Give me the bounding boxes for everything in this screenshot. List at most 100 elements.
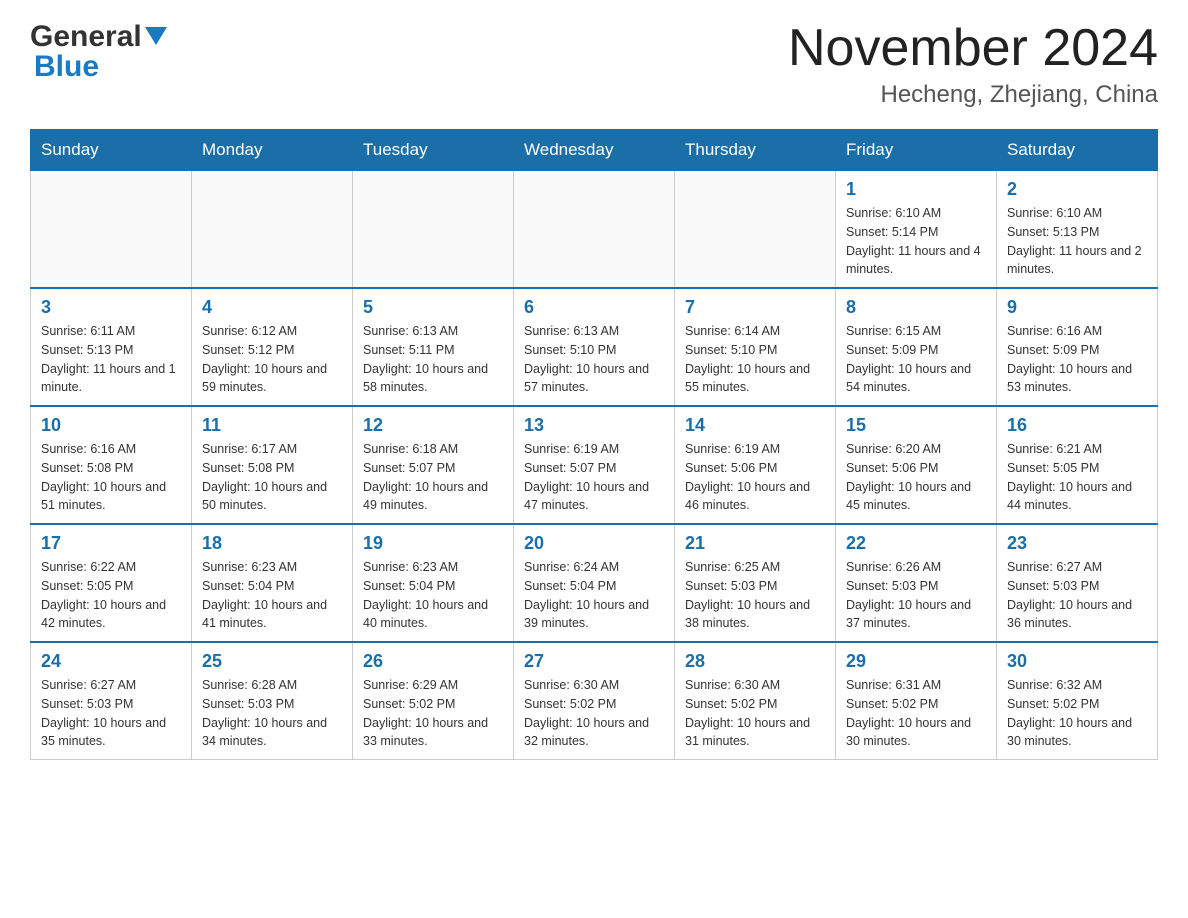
sun-info: Sunrise: 6:10 AMSunset: 5:13 PMDaylight:… bbox=[1007, 204, 1147, 279]
calendar-day-cell: 20 Sunrise: 6:24 AMSunset: 5:04 PMDayligh… bbox=[514, 524, 675, 642]
day-number: 3 bbox=[41, 297, 181, 318]
calendar-day-cell: 22 Sunrise: 6:26 AMSunset: 5:03 PMDayligh… bbox=[836, 524, 997, 642]
calendar-day-cell: 24 Sunrise: 6:27 AMSunset: 5:03 PMDayligh… bbox=[31, 642, 192, 760]
calendar-day-cell: 15 Sunrise: 6:20 AMSunset: 5:06 PMDayligh… bbox=[836, 406, 997, 524]
location-text: Hecheng, Zhejiang, China bbox=[788, 81, 1158, 109]
sun-info: Sunrise: 6:27 AMSunset: 5:03 PMDaylight:… bbox=[1007, 558, 1147, 633]
sun-info: Sunrise: 6:13 AMSunset: 5:11 PMDaylight:… bbox=[363, 322, 503, 397]
calendar-day-cell: 11Sunrise: 6:17 AMSunset: 5:08 PMDayligh… bbox=[192, 406, 353, 524]
day-number: 23 bbox=[1007, 533, 1147, 554]
calendar-day-cell bbox=[353, 171, 514, 289]
header-monday: Monday bbox=[192, 130, 353, 171]
day-number: 9 bbox=[1007, 297, 1147, 318]
calendar-day-cell: 13Sunrise: 6:19 AMSunset: 5:07 PMDayligh… bbox=[514, 406, 675, 524]
sun-info: Sunrise: 6:27 AMSunset: 5:03 PMDaylight:… bbox=[41, 676, 181, 751]
calendar-day-cell: 17 Sunrise: 6:22 AMSunset: 5:05 PMDayligh… bbox=[31, 524, 192, 642]
day-number: 19 bbox=[363, 533, 503, 554]
logo-blue-text: Blue bbox=[34, 50, 99, 84]
day-number: 15 bbox=[846, 415, 986, 436]
calendar-day-cell: 25 Sunrise: 6:28 AMSunset: 5:03 PMDayligh… bbox=[192, 642, 353, 760]
sun-info: Sunrise: 6:25 AMSunset: 5:03 PMDaylight:… bbox=[685, 558, 825, 633]
sun-info: Sunrise: 6:30 AMSunset: 5:02 PMDaylight:… bbox=[685, 676, 825, 751]
day-number: 14 bbox=[685, 415, 825, 436]
day-number: 26 bbox=[363, 651, 503, 672]
calendar-day-cell: 10 Sunrise: 6:16 AMSunset: 5:08 PMDayligh… bbox=[31, 406, 192, 524]
day-number: 5 bbox=[363, 297, 503, 318]
sun-info: Sunrise: 6:24 AMSunset: 5:04 PMDaylight:… bbox=[524, 558, 664, 633]
day-number: 27 bbox=[524, 651, 664, 672]
logo-arrow-icon bbox=[145, 27, 167, 50]
calendar-day-cell: 18 Sunrise: 6:23 AMSunset: 5:04 PMDayligh… bbox=[192, 524, 353, 642]
sun-info: Sunrise: 6:19 AMSunset: 5:06 PMDaylight:… bbox=[685, 440, 825, 515]
day-number: 18 bbox=[202, 533, 342, 554]
day-number: 8 bbox=[846, 297, 986, 318]
sun-info: Sunrise: 6:30 AMSunset: 5:02 PMDaylight:… bbox=[524, 676, 664, 751]
calendar-day-cell bbox=[31, 171, 192, 289]
day-number: 30 bbox=[1007, 651, 1147, 672]
calendar-day-cell: 12Sunrise: 6:18 AMSunset: 5:07 PMDayligh… bbox=[353, 406, 514, 524]
calendar-day-cell: 4 Sunrise: 6:12 AMSunset: 5:12 PMDaylight… bbox=[192, 288, 353, 406]
calendar-day-cell: 9 Sunrise: 6:16 AMSunset: 5:09 PMDaylight… bbox=[997, 288, 1158, 406]
day-number: 1 bbox=[846, 179, 986, 200]
header-thursday: Thursday bbox=[675, 130, 836, 171]
calendar-day-cell: 30 Sunrise: 6:32 AMSunset: 5:02 PMDayligh… bbox=[997, 642, 1158, 760]
calendar-day-cell: 14 Sunrise: 6:19 AMSunset: 5:06 PMDayligh… bbox=[675, 406, 836, 524]
day-number: 17 bbox=[41, 533, 181, 554]
header-saturday: Saturday bbox=[997, 130, 1158, 171]
calendar-table: Sunday Monday Tuesday Wednesday Thursday… bbox=[30, 129, 1158, 760]
calendar-day-cell: 19 Sunrise: 6:23 AMSunset: 5:04 PMDayligh… bbox=[353, 524, 514, 642]
calendar-day-cell: 5 Sunrise: 6:13 AMSunset: 5:11 PMDaylight… bbox=[353, 288, 514, 406]
day-number: 20 bbox=[524, 533, 664, 554]
calendar-day-cell bbox=[514, 171, 675, 289]
month-year-title: November 2024 bbox=[788, 20, 1158, 77]
calendar-day-cell bbox=[675, 171, 836, 289]
sun-info: Sunrise: 6:28 AMSunset: 5:03 PMDaylight:… bbox=[202, 676, 342, 751]
sun-info: Sunrise: 6:16 AMSunset: 5:08 PMDaylight:… bbox=[41, 440, 181, 515]
sun-info: Sunrise: 6:16 AMSunset: 5:09 PMDaylight:… bbox=[1007, 322, 1147, 397]
calendar-day-cell bbox=[192, 171, 353, 289]
day-number: 28 bbox=[685, 651, 825, 672]
sun-info: Sunrise: 6:12 AMSunset: 5:12 PMDaylight:… bbox=[202, 322, 342, 397]
header-friday: Friday bbox=[836, 130, 997, 171]
calendar-week-row: 3 Sunrise: 6:11 AMSunset: 5:13 PMDaylight… bbox=[31, 288, 1158, 406]
day-number: 16 bbox=[1007, 415, 1147, 436]
sun-info: Sunrise: 6:20 AMSunset: 5:06 PMDaylight:… bbox=[846, 440, 986, 515]
calendar-day-cell: 1Sunrise: 6:10 AMSunset: 5:14 PMDaylight… bbox=[836, 171, 997, 289]
day-number: 4 bbox=[202, 297, 342, 318]
calendar-week-row: 17 Sunrise: 6:22 AMSunset: 5:05 PMDayligh… bbox=[31, 524, 1158, 642]
day-number: 10 bbox=[41, 415, 181, 436]
day-number: 21 bbox=[685, 533, 825, 554]
calendar-day-cell: 3 Sunrise: 6:11 AMSunset: 5:13 PMDaylight… bbox=[31, 288, 192, 406]
sun-info: Sunrise: 6:29 AMSunset: 5:02 PMDaylight:… bbox=[363, 676, 503, 751]
day-number: 24 bbox=[41, 651, 181, 672]
calendar-week-row: 1Sunrise: 6:10 AMSunset: 5:14 PMDaylight… bbox=[31, 171, 1158, 289]
title-section: November 2024 Hecheng, Zhejiang, China bbox=[788, 20, 1158, 109]
sun-info: Sunrise: 6:23 AMSunset: 5:04 PMDaylight:… bbox=[363, 558, 503, 633]
sun-info: Sunrise: 6:23 AMSunset: 5:04 PMDaylight:… bbox=[202, 558, 342, 633]
calendar-week-row: 24 Sunrise: 6:27 AMSunset: 5:03 PMDayligh… bbox=[31, 642, 1158, 760]
calendar-day-cell: 26 Sunrise: 6:29 AMSunset: 5:02 PMDayligh… bbox=[353, 642, 514, 760]
logo-general-text: General bbox=[30, 20, 142, 54]
calendar-day-cell: 27 Sunrise: 6:30 AMSunset: 5:02 PMDayligh… bbox=[514, 642, 675, 760]
sun-info: Sunrise: 6:32 AMSunset: 5:02 PMDaylight:… bbox=[1007, 676, 1147, 751]
sun-info: Sunrise: 6:22 AMSunset: 5:05 PMDaylight:… bbox=[41, 558, 181, 633]
day-number: 12 bbox=[363, 415, 503, 436]
sun-info: Sunrise: 6:14 AMSunset: 5:10 PMDaylight:… bbox=[685, 322, 825, 397]
header-wednesday: Wednesday bbox=[514, 130, 675, 171]
calendar-day-cell: 2Sunrise: 6:10 AMSunset: 5:13 PMDaylight… bbox=[997, 171, 1158, 289]
sun-info: Sunrise: 6:11 AMSunset: 5:13 PMDaylight:… bbox=[41, 322, 181, 397]
calendar-week-row: 10 Sunrise: 6:16 AMSunset: 5:08 PMDayligh… bbox=[31, 406, 1158, 524]
header-sunday: Sunday bbox=[31, 130, 192, 171]
calendar-day-cell: 29Sunrise: 6:31 AMSunset: 5:02 PMDayligh… bbox=[836, 642, 997, 760]
day-number: 25 bbox=[202, 651, 342, 672]
day-number: 13 bbox=[524, 415, 664, 436]
header-tuesday: Tuesday bbox=[353, 130, 514, 171]
sun-info: Sunrise: 6:26 AMSunset: 5:03 PMDaylight:… bbox=[846, 558, 986, 633]
day-number: 7 bbox=[685, 297, 825, 318]
day-number: 29 bbox=[846, 651, 986, 672]
day-number: 6 bbox=[524, 297, 664, 318]
day-number: 22 bbox=[846, 533, 986, 554]
day-number: 11 bbox=[202, 415, 342, 436]
calendar-day-cell: 7 Sunrise: 6:14 AMSunset: 5:10 PMDaylight… bbox=[675, 288, 836, 406]
calendar-day-cell: 28 Sunrise: 6:30 AMSunset: 5:02 PMDayligh… bbox=[675, 642, 836, 760]
